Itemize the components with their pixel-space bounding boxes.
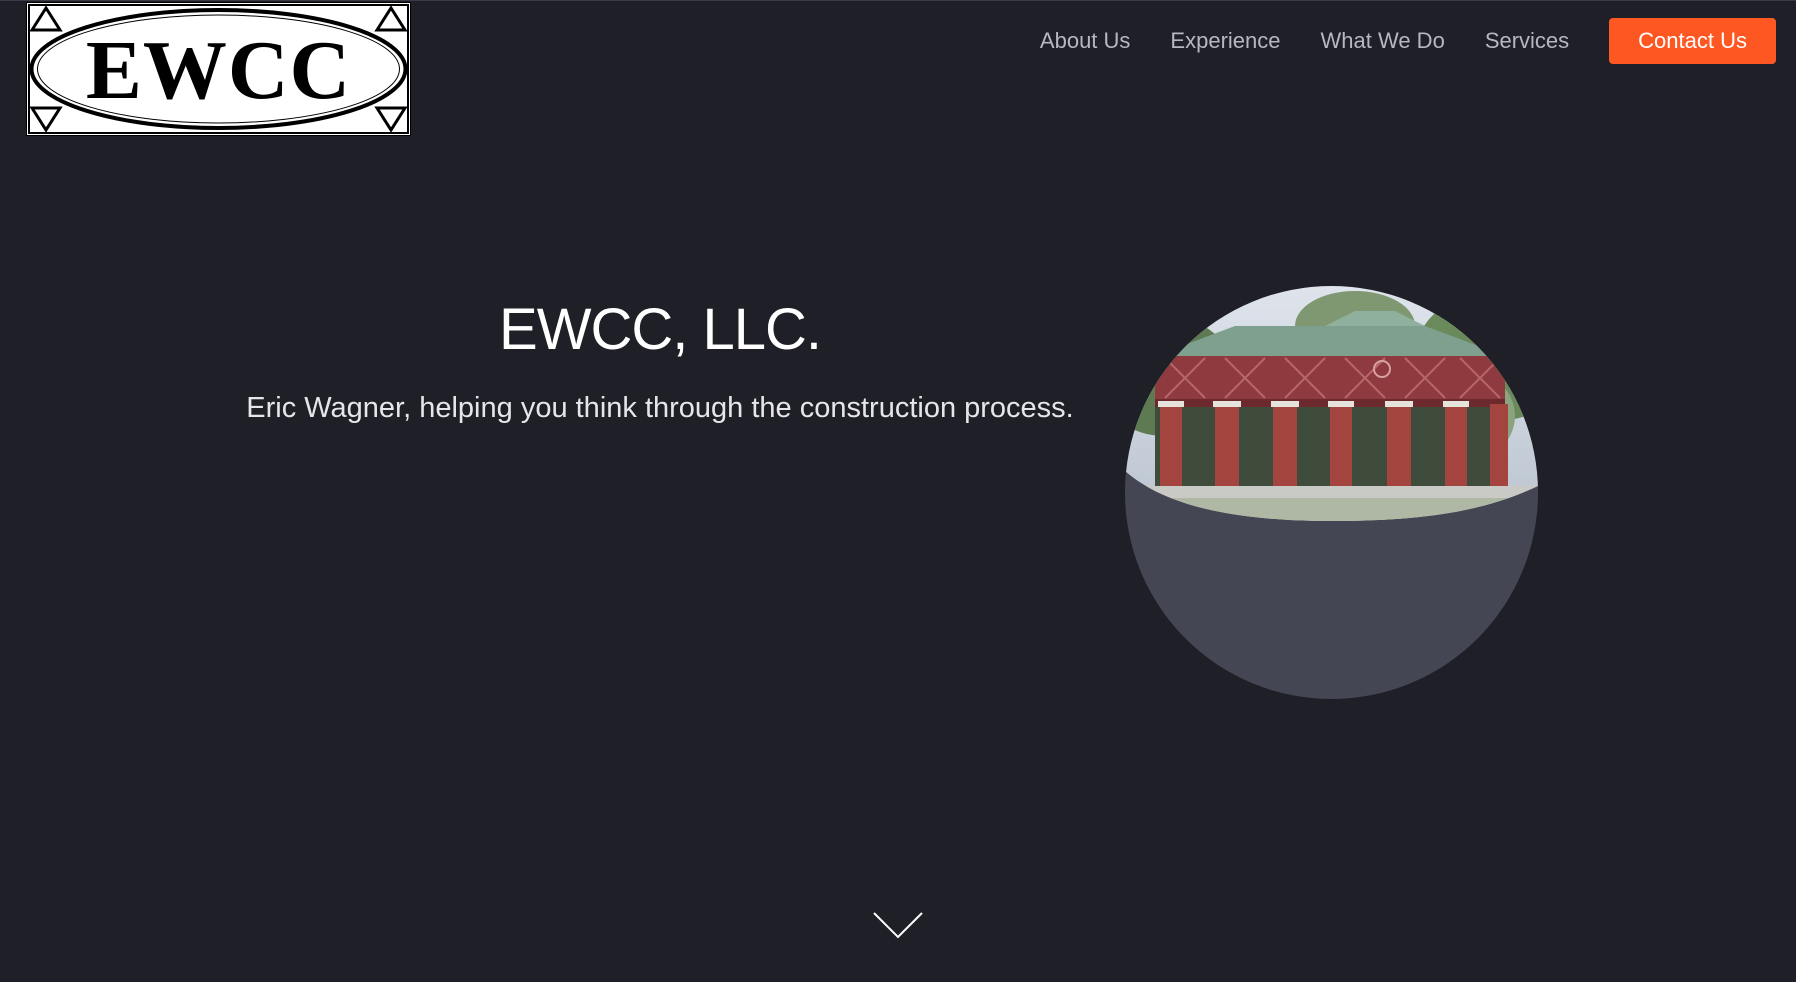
contact-us-button[interactable]: Contact Us (1609, 18, 1776, 64)
logo-text: EWCC (85, 23, 352, 117)
nav-item-services[interactable]: Services (1485, 28, 1569, 54)
hero-title: EWCC, LLC. (499, 297, 822, 362)
top-border (0, 0, 1796, 1)
pavilion-photo (1125, 286, 1538, 521)
scroll-down-button[interactable] (872, 910, 924, 940)
logo[interactable]: EWCC (26, 2, 411, 136)
nav-item-about-us[interactable]: About Us (1040, 28, 1131, 54)
nav-item-what-we-do[interactable]: What We Do (1321, 28, 1445, 54)
chevron-down-icon (873, 912, 923, 939)
main-nav: About Us Experience What We Do Services … (1040, 18, 1776, 64)
hero-image-circle (1125, 286, 1538, 699)
nav-item-experience[interactable]: Experience (1170, 28, 1280, 54)
page: EWCC About Us Experience What We Do Serv… (0, 0, 1796, 982)
hero-subtitle: Eric Wagner, helping you think through t… (246, 392, 1074, 424)
